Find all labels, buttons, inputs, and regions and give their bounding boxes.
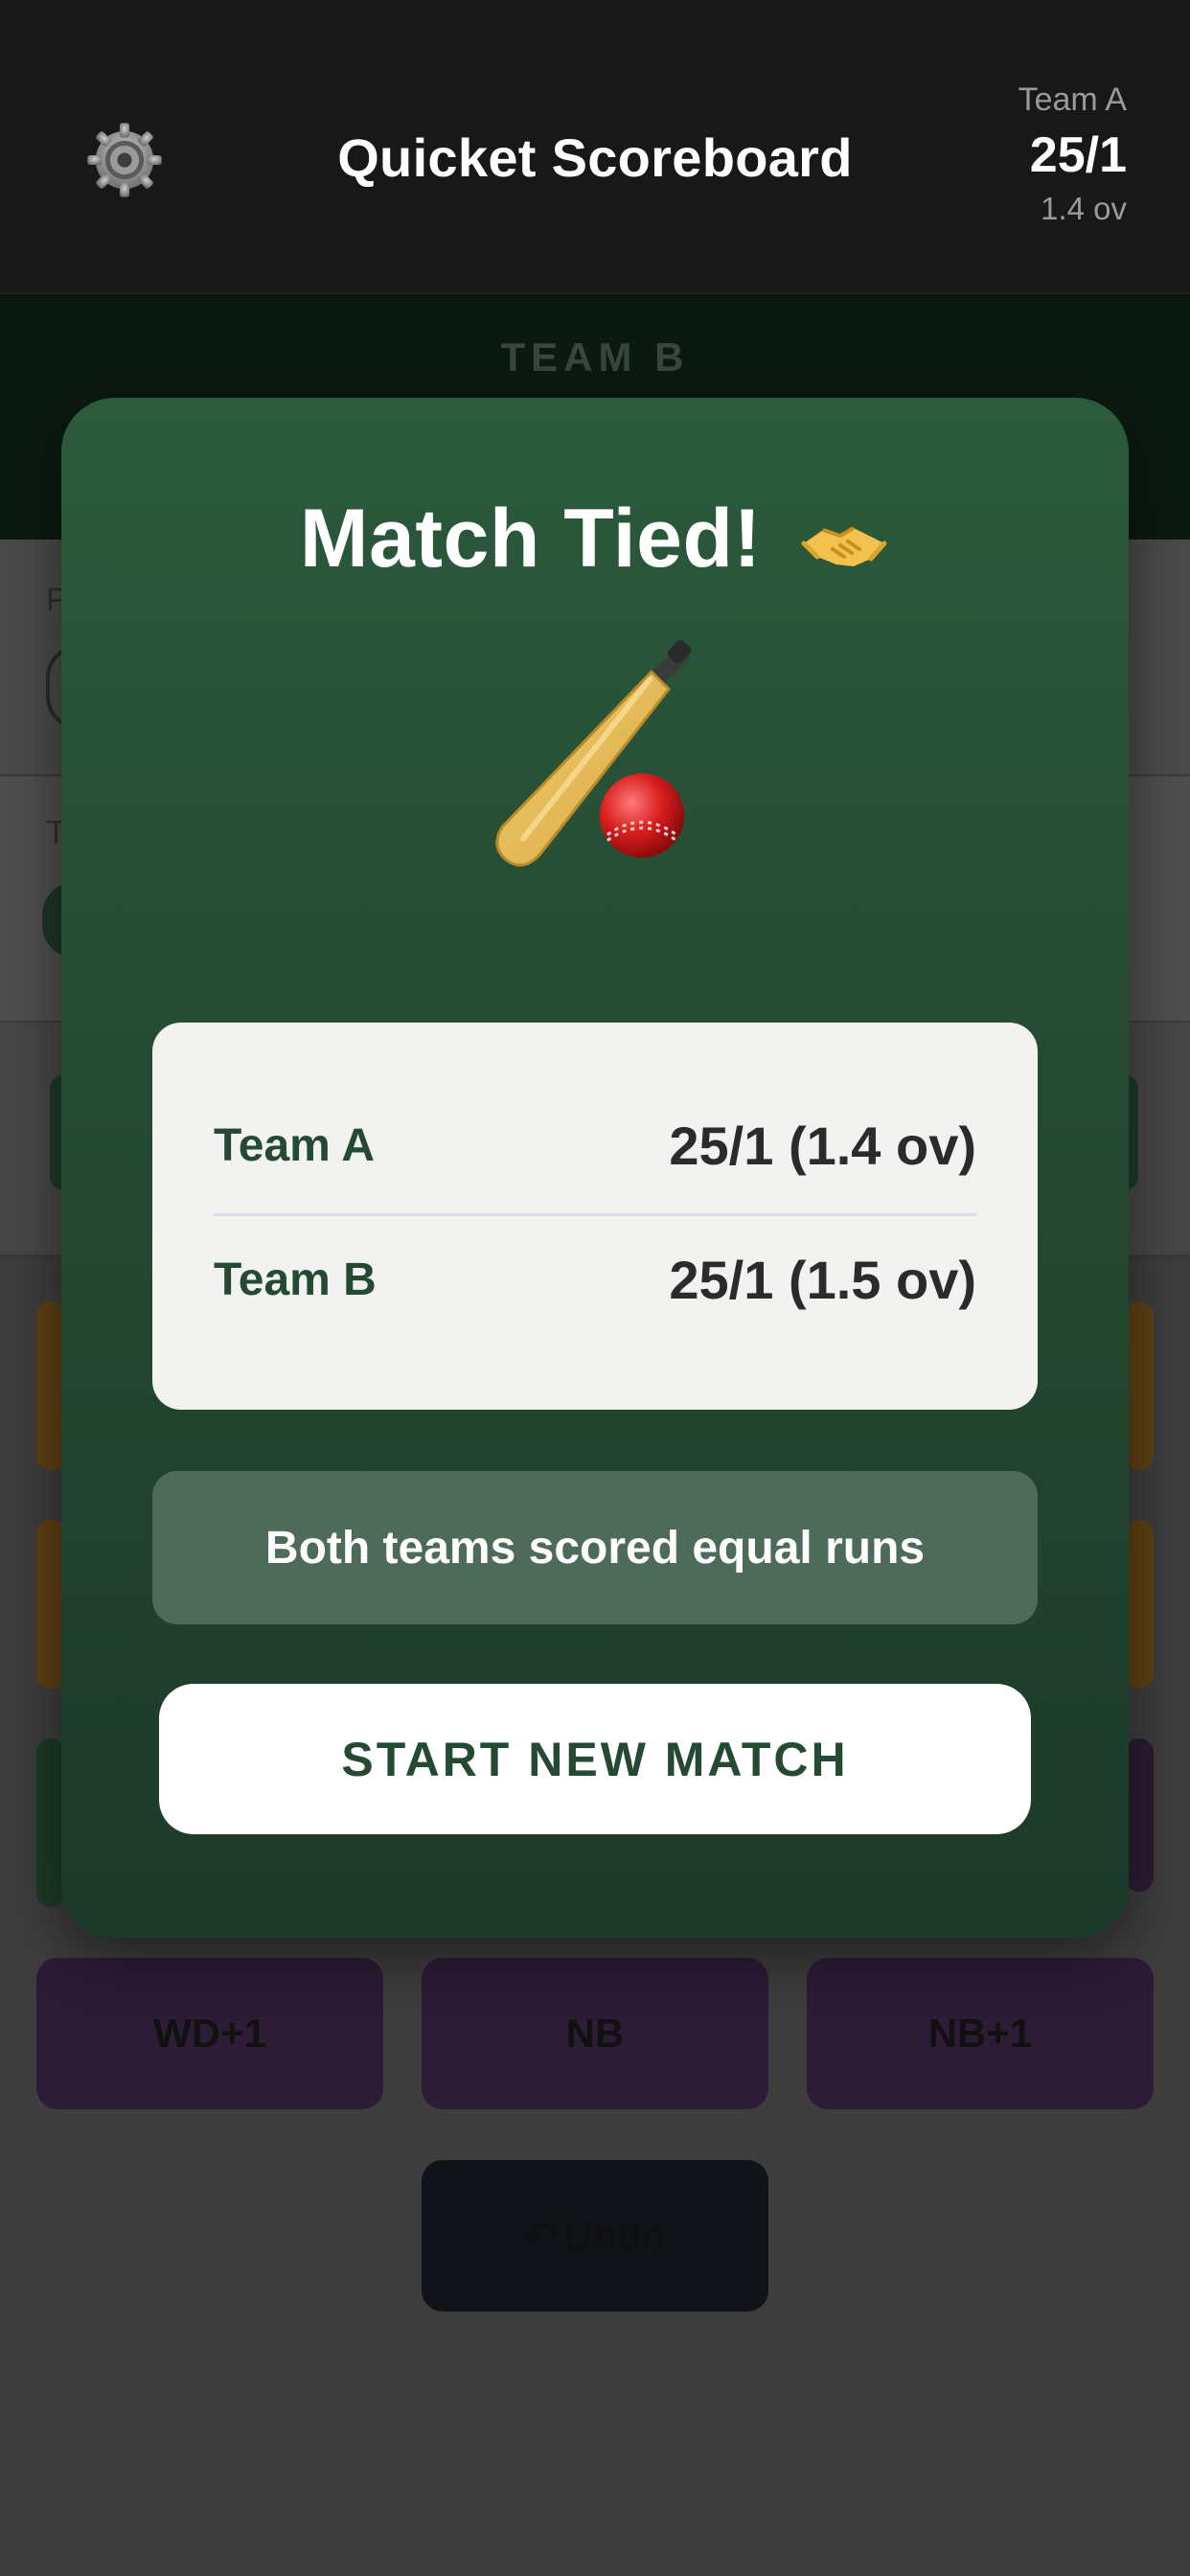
score-row-value: 25/1 (1.4 ov) <box>669 1115 976 1176</box>
header-score-team: Team A <box>1018 81 1127 118</box>
wide-plus-one-button[interactable]: WD+1 <box>36 1958 383 2109</box>
modal-title-text: Match Tied! <box>299 493 762 585</box>
batting-team-label: TEAM B <box>500 334 690 380</box>
score-row: Team B 25/1 (1.5 ov) <box>214 1241 976 1318</box>
score-row-team: Team B <box>214 1254 377 1305</box>
header-score: Team A 25/1 1.4 ov <box>1018 79 1127 230</box>
result-message: Both teams scored equal runs <box>152 1471 1038 1624</box>
no-ball-plus-one-button[interactable]: NB+1 <box>807 1958 1154 2109</box>
score-summary-card: Team A 25/1 (1.4 ov) Team B 25/1 (1.5 ov… <box>152 1023 1038 1410</box>
handshake-icon <box>798 511 890 578</box>
header-score-runs: 25/1 <box>1029 127 1127 183</box>
no-ball-button[interactable]: NB <box>422 1958 768 2109</box>
undo-label: Undo <box>562 2213 667 2258</box>
undo-button[interactable]: ↶ Undo <box>422 2160 768 2312</box>
undo-icon: ↶ <box>523 2213 558 2259</box>
run-button[interactable] <box>1125 1301 1154 1470</box>
score-row-value: 25/1 (1.5 ov) <box>669 1249 976 1310</box>
app-title: Quicket Scoreboard <box>337 127 853 188</box>
cricket-bat-and-ball-icon <box>464 637 713 886</box>
score-row: Team A 25/1 (1.4 ov) <box>214 1107 976 1184</box>
extra-button[interactable] <box>1125 1738 1154 1892</box>
start-new-match-button[interactable]: START NEW MATCH <box>159 1684 1031 1834</box>
header-score-overs: 1.4 ov <box>1041 191 1127 226</box>
divider <box>214 1213 976 1216</box>
modal-title: Match Tied! <box>61 492 1129 586</box>
match-result-modal: Match Tied! Team A 25/1 (1.4 ov) Team B … <box>61 398 1129 1939</box>
score-row-team: Team A <box>214 1119 376 1171</box>
app-header: Quicket Scoreboard Team A 25/1 1.4 ov <box>0 0 1190 294</box>
run-button[interactable] <box>1125 1520 1154 1689</box>
